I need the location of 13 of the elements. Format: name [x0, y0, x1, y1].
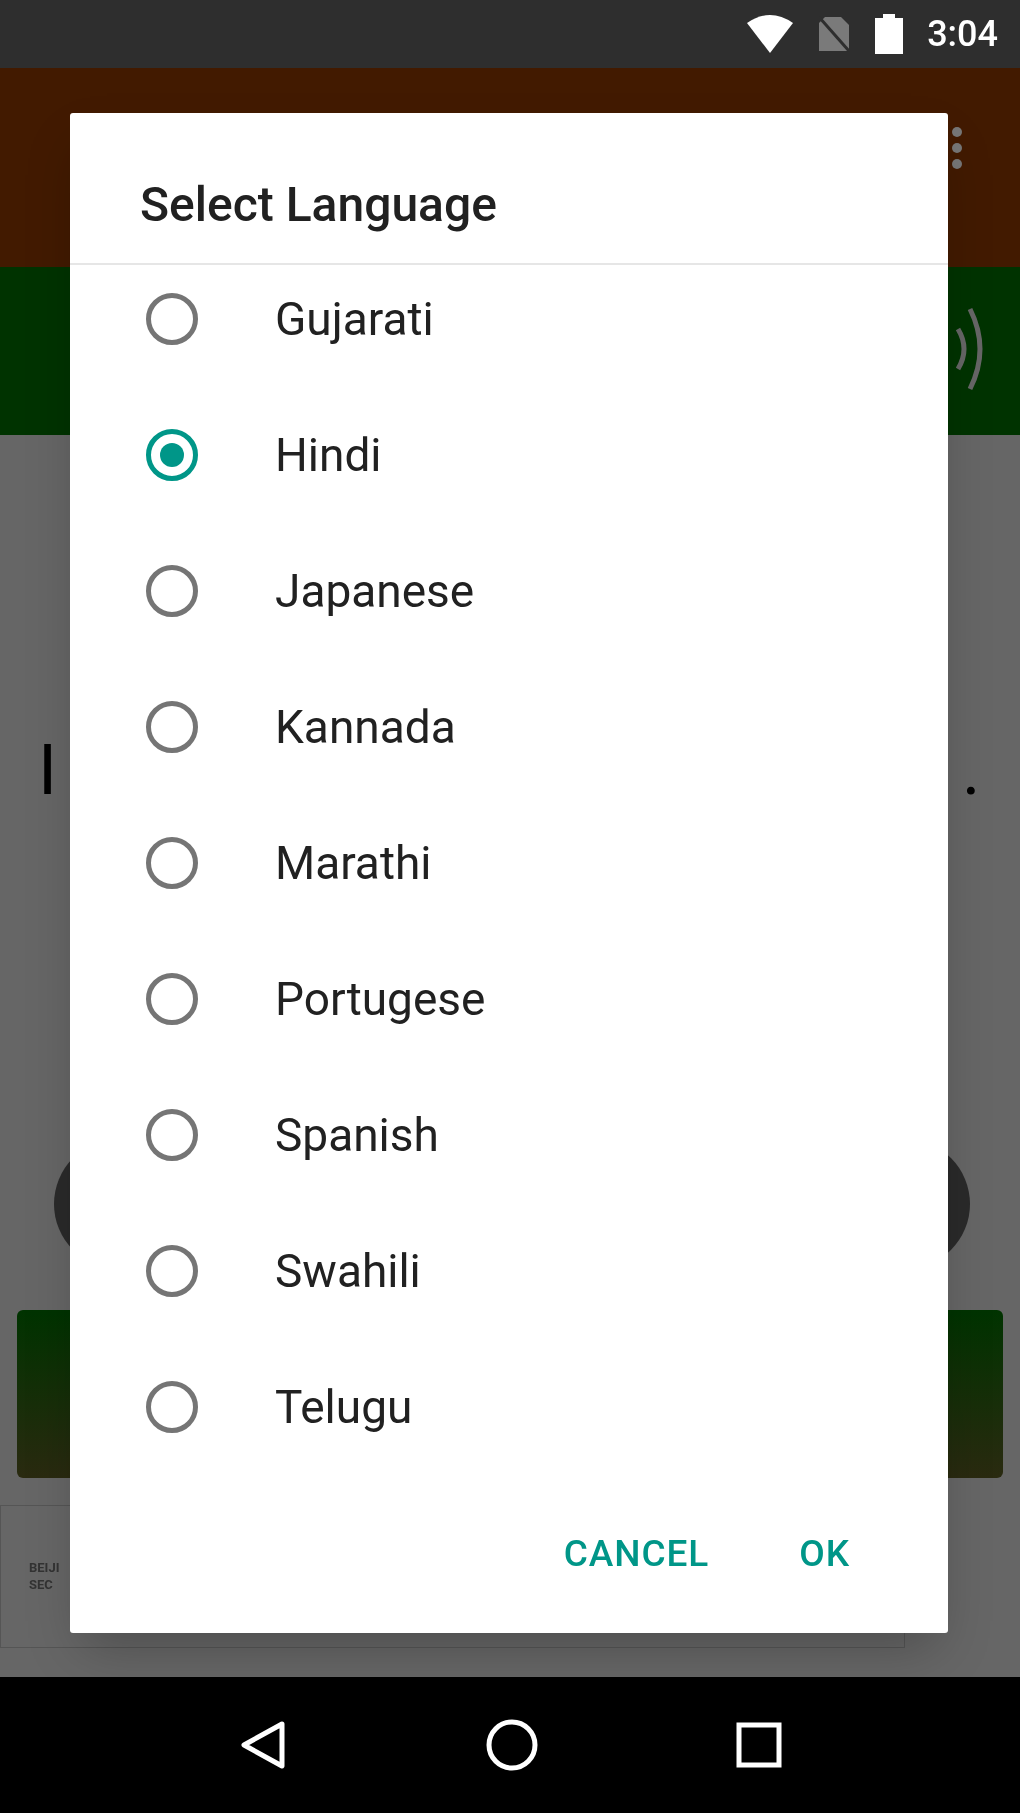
body-text: . [962, 735, 981, 805]
option-label: Portugese [275, 970, 486, 1028]
status-time: 3:04 [927, 12, 998, 57]
option-label: Telugu [275, 1378, 413, 1436]
option-label: Gujarati [275, 290, 434, 348]
option-label: Kannada [275, 698, 456, 756]
body-text: I [38, 735, 58, 805]
option-label: Marathi [275, 834, 432, 892]
option-label: Japanese [275, 562, 475, 620]
option-label: Hindi [275, 426, 382, 484]
option-label: Swahili [275, 1242, 421, 1300]
option-label: Spanish [275, 1106, 439, 1164]
dialog-title: Select Language [140, 176, 497, 233]
